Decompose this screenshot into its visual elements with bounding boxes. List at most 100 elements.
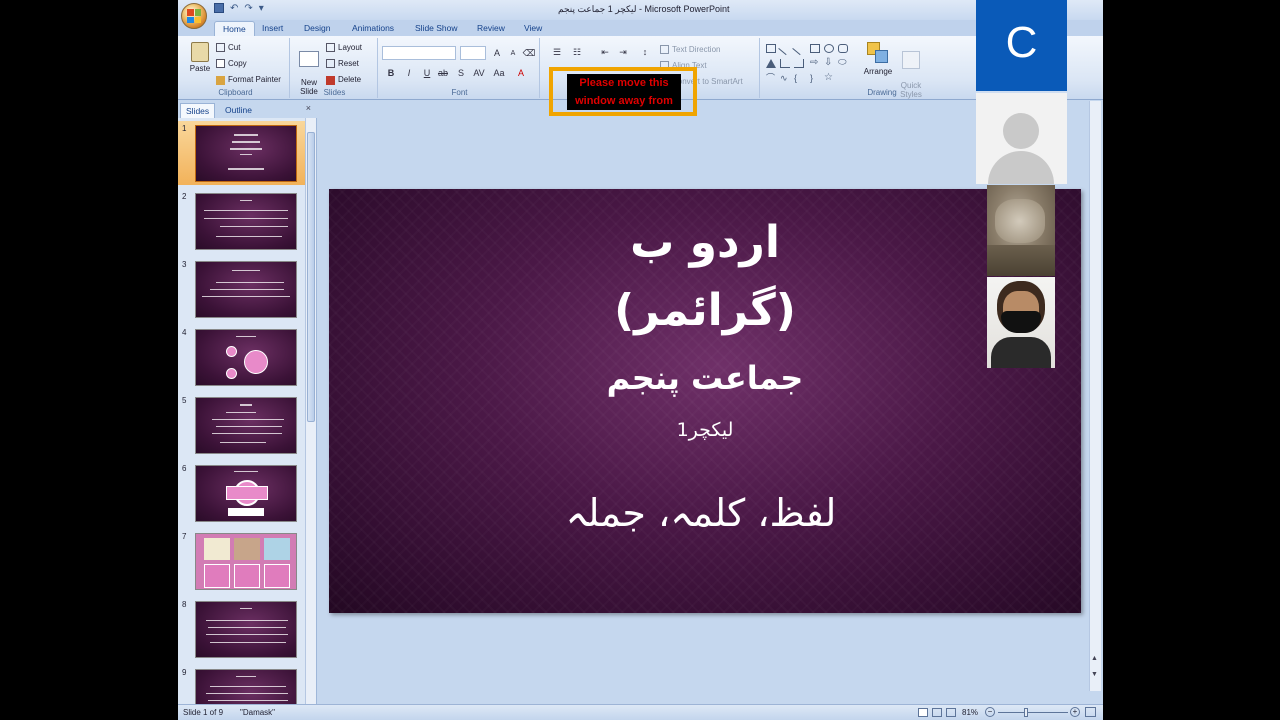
thumbnail-image xyxy=(195,601,297,658)
copy-button[interactable]: Copy xyxy=(216,59,247,68)
line-shape-icon[interactable] xyxy=(778,41,792,56)
undo-icon[interactable]: ↶ xyxy=(230,3,238,14)
oval-shape-icon[interactable] xyxy=(824,44,834,53)
arrange-icon xyxy=(867,42,889,64)
tab-insert[interactable]: Insert xyxy=(254,21,291,36)
tab-slides[interactable]: Slides xyxy=(180,103,216,118)
slide-subtitle-grammar[interactable]: (گرائمر) xyxy=(329,285,1081,336)
slide-sorter-icon[interactable] xyxy=(932,708,942,717)
clipboard-group-label: Clipboard xyxy=(218,88,253,97)
layout-button[interactable]: Layout xyxy=(326,43,362,52)
decrease-indent-icon[interactable]: ⇤ xyxy=(598,46,612,59)
spacing-icon[interactable]: AV xyxy=(472,67,486,80)
close-icon[interactable]: × xyxy=(306,103,311,113)
participant-silhouette[interactable] xyxy=(976,93,1067,184)
font-color-icon[interactable]: A xyxy=(514,67,528,80)
redo-icon[interactable]: ↷ xyxy=(244,3,252,14)
underline-icon[interactable]: U xyxy=(420,67,434,80)
reset-icon xyxy=(326,59,335,68)
participant-video-2[interactable] xyxy=(987,277,1055,368)
elbow2-shape-icon[interactable] xyxy=(794,59,804,68)
scroll-up-icon[interactable]: ▲ xyxy=(1091,655,1098,662)
text-direction-button[interactable]: Text Direction xyxy=(660,45,720,54)
format-painter-button[interactable]: Format Painter xyxy=(216,75,281,85)
tab-design[interactable]: Design xyxy=(296,21,338,36)
bullets-icon[interactable]: ☰ xyxy=(550,46,564,59)
scrollbar-thumb[interactable] xyxy=(307,132,315,422)
save-icon[interactable] xyxy=(214,3,224,13)
slide-thumbnail-8[interactable]: 8 xyxy=(178,597,306,661)
slide-scrollbar[interactable]: ▲ ▼ xyxy=(1089,101,1101,691)
rounded-rect-shape-icon[interactable] xyxy=(838,44,848,53)
tab-slide-show[interactable]: Slide Show xyxy=(407,21,466,36)
brace-left-shape-icon[interactable]: { xyxy=(794,74,804,83)
change-case-icon[interactable]: Aa xyxy=(492,67,506,80)
grow-font-icon[interactable]: A xyxy=(490,47,504,60)
callout-shape-icon[interactable]: ⬭ xyxy=(838,58,848,68)
tab-view[interactable]: View xyxy=(516,21,550,36)
slides-panel-scrollbar[interactable] xyxy=(305,118,316,704)
zoom-out-icon[interactable]: − xyxy=(985,707,995,717)
down-arrow-shape-icon[interactable]: ⇩ xyxy=(824,58,834,68)
shapes-gallery[interactable]: ⇨ ⇩ ⬭ ⌒ ∿ { } ☆ xyxy=(766,41,858,84)
slide-thumbnail-7[interactable]: 7 xyxy=(178,529,306,593)
slide-thumbnail-1[interactable]: 1 xyxy=(178,121,306,185)
arrow-shape-icon[interactable] xyxy=(792,41,806,56)
zoom-in-icon[interactable]: + xyxy=(1070,707,1080,717)
slide-class-label[interactable]: جماعت پنجم xyxy=(329,359,1081,397)
right-arrow-shape-icon[interactable]: ⇨ xyxy=(810,58,820,68)
font-name-box[interactable] xyxy=(382,46,456,60)
arrange-button[interactable]: Arrange xyxy=(862,42,894,76)
reset-button[interactable]: Reset xyxy=(326,59,359,68)
delete-button[interactable]: Delete xyxy=(326,75,361,85)
rect-shape-icon[interactable] xyxy=(810,44,820,53)
curve-shape-icon[interactable]: ⌒ xyxy=(766,74,776,83)
screen: ↶ ↷ ▾ لیکچر 1 جماعت پنجم - Microsoft Pow… xyxy=(0,0,1280,720)
face-mask xyxy=(1001,311,1041,333)
numbering-icon[interactable]: ☷ xyxy=(570,46,584,59)
quick-access-toolbar: ↶ ↷ ▾ xyxy=(214,3,264,14)
shadow-icon[interactable]: S xyxy=(454,67,468,80)
line-spacing-icon[interactable]: ↕ xyxy=(638,46,652,59)
cut-button[interactable]: Cut xyxy=(216,43,240,52)
zoom-level[interactable]: 81% xyxy=(962,708,978,717)
bold-icon[interactable]: B xyxy=(384,67,398,80)
tab-outline[interactable]: Outline xyxy=(220,103,257,118)
zoom-slider[interactable] xyxy=(998,708,1068,717)
tab-animations[interactable]: Animations xyxy=(344,21,402,36)
slide-thumbnail-3[interactable]: 3 xyxy=(178,257,306,321)
slide-canvas[interactable]: اردو ب (گرائمر) جماعت پنجم لیکچر1 لفظ، ک… xyxy=(329,189,1081,613)
freeform-shape-icon[interactable]: ∿ xyxy=(780,74,790,83)
brace-right-shape-icon[interactable]: } xyxy=(810,74,820,83)
scroll-down-icon[interactable]: ▼ xyxy=(1091,671,1098,678)
customize-qat-icon[interactable]: ▾ xyxy=(259,3,264,14)
star-shape-icon[interactable]: ☆ xyxy=(824,73,834,83)
elbow-shape-icon[interactable] xyxy=(780,59,790,68)
slide-thumbnail-5[interactable]: 5 xyxy=(178,393,306,457)
strikethrough-icon[interactable]: ab xyxy=(436,67,450,80)
normal-view-icon[interactable] xyxy=(918,708,928,717)
office-button[interactable] xyxy=(181,3,207,29)
slide-thumbnail-4[interactable]: 4 xyxy=(178,325,306,389)
slide-thumbnail-2[interactable]: 2 xyxy=(178,189,306,253)
clear-format-icon[interactable]: ⌫ xyxy=(522,47,536,60)
slide-lecture-label[interactable]: لیکچر1 xyxy=(329,419,1081,441)
participant-video-1[interactable] xyxy=(987,185,1055,276)
tab-home[interactable]: Home xyxy=(214,21,255,36)
paste-icon xyxy=(191,42,209,62)
triangle-shape-icon[interactable] xyxy=(766,59,776,68)
shrink-font-icon[interactable]: A xyxy=(506,47,520,60)
font-size-box[interactable] xyxy=(460,46,486,60)
italic-icon[interactable]: I xyxy=(402,67,416,80)
slide-thumbnail-6[interactable]: 6 xyxy=(178,461,306,525)
tab-review[interactable]: Review xyxy=(469,21,513,36)
rectangle-shape-icon[interactable] xyxy=(766,44,776,53)
zoom-slider-thumb[interactable] xyxy=(1024,708,1028,717)
paste-button[interactable]: Paste xyxy=(186,42,214,73)
fit-window-icon[interactable] xyxy=(1085,707,1096,717)
slide-topic[interactable]: لفظ، کلمہ، جملہ xyxy=(329,491,1081,535)
increase-indent-icon[interactable]: ⇥ xyxy=(616,46,630,59)
slide-title[interactable]: اردو ب xyxy=(329,217,1081,268)
participant-avatar-c[interactable]: C xyxy=(976,0,1067,91)
slide-show-icon[interactable] xyxy=(946,708,956,717)
